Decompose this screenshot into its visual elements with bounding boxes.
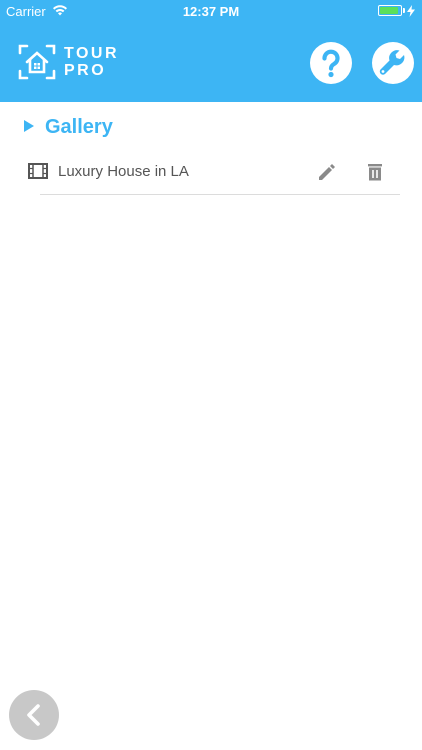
tools-button[interactable] [372, 42, 414, 84]
film-strip-icon [28, 163, 48, 179]
section-title: Gallery [45, 116, 113, 138]
battery-level [380, 7, 398, 14]
charging-bolt-icon [407, 5, 415, 17]
triangle-right-icon [24, 120, 34, 132]
back-button[interactable] [9, 690, 59, 740]
list-item[interactable]: Luxury House in LA [0, 152, 422, 192]
app-header: TOUR PRO [0, 22, 422, 102]
logo-line-2: PRO [64, 62, 107, 79]
pencil-icon[interactable] [316, 161, 338, 183]
item-title: Luxury House in LA [58, 163, 189, 180]
trash-icon[interactable] [364, 161, 386, 183]
help-button[interactable] [310, 42, 352, 84]
house-logo-icon [18, 44, 56, 80]
gallery-section-header[interactable]: Gallery [0, 108, 422, 148]
battery-icon [378, 5, 402, 16]
status-bar: Carrier 12:37 PM [0, 0, 422, 22]
battery-tip [403, 8, 405, 13]
chevron-left-icon [27, 704, 40, 726]
app-logo-text: TOUR PRO [64, 45, 119, 79]
logo-line-1: TOUR [64, 45, 120, 62]
clock: 12:37 PM [182, 4, 240, 19]
row-divider [40, 194, 400, 195]
